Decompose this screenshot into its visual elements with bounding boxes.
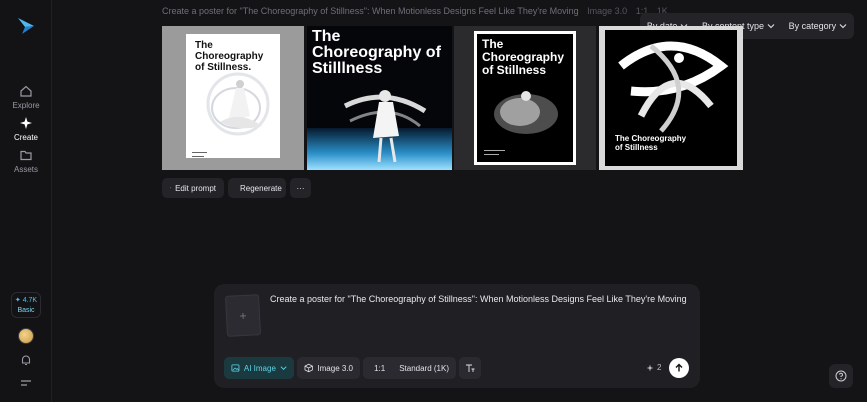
send-button[interactable] — [669, 358, 689, 378]
model-label: Image 3.0 — [317, 363, 353, 373]
chevron-down-icon — [767, 24, 775, 29]
filter-label: By category — [788, 21, 837, 31]
generated-image-1[interactable]: The Choreography of Stillness. ▬▬▬▬▬ ▬▬▬▬ — [162, 26, 304, 170]
generation-mode-select[interactable]: AI Image — [224, 357, 294, 379]
regenerate-label: Regenerate — [240, 183, 282, 193]
prompt-model: Image 3.0 — [587, 6, 628, 16]
chevron-down-icon — [280, 366, 287, 371]
edit-prompt-label: Edit prompt — [175, 183, 216, 193]
image-count[interactable]: 2 — [646, 363, 661, 372]
generation-mode-label: AI Image — [243, 363, 276, 373]
help-button[interactable] — [829, 364, 853, 388]
poster-title: The Choreography of Stillness — [615, 134, 687, 152]
filter-by-category[interactable]: By category — [789, 21, 848, 31]
prompt-composer: + Create a poster for "The Choreography … — [214, 284, 700, 388]
regenerate-button[interactable]: Regenerate — [228, 178, 286, 198]
folder-icon — [20, 150, 32, 161]
sidebar-item-label: Explore — [12, 101, 40, 110]
ratio-label: 1:1 — [374, 363, 386, 373]
more-icon: ··· — [296, 183, 305, 193]
cube-icon — [304, 363, 313, 373]
prompt-input[interactable]: Create a poster for "The Choreography of… — [270, 294, 687, 304]
dancer-illustration — [494, 91, 558, 134]
generated-image-2[interactable]: The Choreography of Stilllness — [307, 26, 452, 170]
add-reference-image-button[interactable]: + — [224, 294, 262, 337]
quality-label: Standard (1K) — [399, 363, 449, 373]
sparkle-icon — [20, 117, 32, 129]
generated-image-3[interactable]: The Choreography of Stillness ▬▬▬▬▬▬▬ ▬▬▬… — [454, 26, 596, 170]
more-options-button[interactable]: ··· — [290, 178, 311, 198]
home-icon — [20, 85, 32, 97]
menu-icon[interactable] — [20, 378, 32, 388]
sparkle-icon — [646, 364, 654, 371]
help-icon — [835, 370, 847, 382]
sidebar-item-label: Assets — [13, 165, 38, 174]
arrow-up-icon — [675, 363, 683, 372]
ribbon-illustration — [618, 41, 729, 133]
poster-fine-print: ▬▬▬▬▬▬▬ ▬▬▬▬▬ — [484, 148, 505, 156]
bell-icon[interactable] — [19, 353, 33, 367]
prompt-text: Create a poster for "The Choreography of… — [162, 6, 579, 16]
image-count-value: 2 — [657, 363, 662, 372]
poster-title: The Choreography of Stillness — [482, 37, 565, 77]
sidebar: Explore Create Assets ✦ 4.7K Basic — [0, 0, 52, 402]
plus-icon: + — [239, 308, 247, 324]
credits-count: 4.7K — [22, 297, 38, 304]
model-select[interactable]: Image 3.0 — [297, 357, 360, 379]
edit-icon — [170, 187, 172, 189]
sidebar-item-create[interactable]: Create — [0, 116, 52, 142]
app-logo-icon[interactable] — [16, 16, 36, 36]
dancer-illustration — [206, 72, 270, 136]
prompt-summary: Create a poster for "The Choreography of… — [162, 6, 668, 16]
text-format-button[interactable] — [459, 357, 481, 379]
image-icon — [231, 364, 240, 372]
edit-prompt-button[interactable]: Edit prompt — [162, 178, 224, 198]
plan-label: Basic — [17, 307, 35, 314]
generated-image-4[interactable]: The Choreography of Stillness — [599, 26, 743, 170]
chevron-down-icon — [839, 24, 847, 29]
avatar[interactable] — [18, 328, 34, 344]
credits-badge[interactable]: ✦ 4.7K Basic — [11, 292, 41, 318]
text-format-icon — [466, 364, 475, 372]
sidebar-item-explore[interactable]: Explore — [0, 84, 52, 110]
poster-fine-print: ▬▬▬▬▬ ▬▬▬▬ — [192, 150, 207, 158]
dancer-illustration — [343, 90, 427, 163]
sidebar-item-assets[interactable]: Assets — [0, 148, 52, 174]
ratio-quality-select[interactable]: 1:1 Standard (1K) — [363, 357, 456, 379]
sidebar-item-label: Create — [13, 133, 38, 142]
